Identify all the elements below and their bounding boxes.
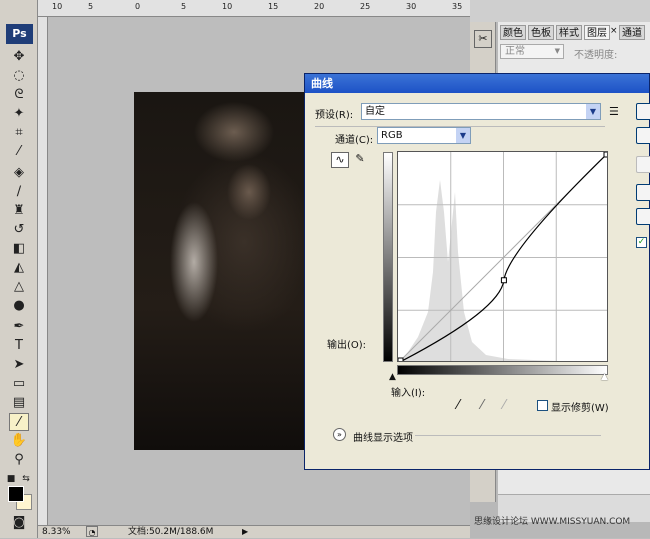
watermark: 思缘设计论坛 WWW.MISSYUAN.COM	[474, 517, 631, 527]
pencil-mode-icon[interactable]: ✎	[353, 152, 367, 168]
expand-options-icon[interactable]: »	[333, 428, 346, 441]
zoom-level[interactable]: 8.33%	[42, 526, 71, 538]
magic-wand-tool-icon[interactable]: ✦	[9, 105, 29, 123]
preset-value: 自定	[365, 106, 385, 117]
notes-tool-icon[interactable]: ▤	[9, 394, 29, 412]
lasso-tool-icon[interactable]: ᘓ	[9, 86, 29, 104]
foreground-color-swatch[interactable]	[8, 486, 24, 502]
tools-panel: Ps ✥ ◌ ᘓ ✦ ⌗ ⁄ ◈ ∕ ♜ ↺ ◧ ◭ △ ● ✒ T ➤ ▭ ▤…	[0, 0, 38, 538]
blur-tool-icon[interactable]: △	[9, 278, 29, 296]
curves-dialog: 曲线 预设(R): 自定 ▼ ☰ 通道(C): RGB ▼ ∿ ✎ ▲ ▲ 输出…	[304, 73, 650, 470]
ruler-tick: 5	[88, 2, 94, 11]
curves-graph-svg	[398, 152, 608, 362]
ok-button[interactable]	[636, 103, 650, 120]
white-eyedropper-icon[interactable]: ⁄	[503, 398, 505, 413]
curve-point[interactable]	[603, 152, 608, 158]
black-point-slider-icon[interactable]: ▲	[389, 372, 396, 382]
blend-mode-value: 正常	[505, 46, 525, 57]
tab-layers[interactable]: 图层	[584, 25, 610, 40]
curves-graph[interactable]	[397, 151, 608, 362]
paint-bucket-tool-icon[interactable]: ◭	[9, 259, 29, 277]
opacity-label: 不透明度:	[574, 50, 618, 61]
document-photo[interactable]	[134, 92, 306, 450]
close-tab-icon[interactable]: ×	[610, 26, 618, 36]
curve-point-mode-icon[interactable]: ∿	[331, 152, 349, 168]
options-button[interactable]	[636, 208, 650, 225]
preview-checkbox[interactable]: ✓	[636, 237, 647, 248]
chevron-down-icon: ▼	[554, 47, 560, 55]
output-gradient-bar	[383, 152, 393, 362]
vertical-ruler	[38, 17, 48, 525]
status-options-icon[interactable]: ◔	[86, 526, 98, 537]
white-point-slider-icon[interactable]: ▲	[601, 372, 608, 382]
ruler-tick: 15	[268, 2, 279, 11]
chevron-down-icon: ▼	[586, 104, 600, 119]
ruler-tick: 10	[52, 2, 63, 11]
marquee-tool-icon[interactable]: ◌	[9, 67, 29, 85]
eyedropper-tool-icon[interactable]: ⁄	[9, 143, 29, 161]
zoom-tool-icon[interactable]: ⚲	[9, 451, 29, 469]
move-tool-icon[interactable]: ✥	[9, 48, 29, 66]
tab-swatches[interactable]: 色板	[528, 25, 554, 40]
ruler-tick: 30	[406, 2, 417, 11]
gray-eyedropper-icon[interactable]: ⁄	[481, 398, 483, 413]
ruler-tick: 10	[222, 2, 233, 11]
tab-color[interactable]: 颜色	[500, 25, 526, 40]
type-tool-icon[interactable]: T	[9, 337, 29, 355]
ruler-tick: 35	[452, 2, 463, 11]
panel-dock-header	[470, 0, 650, 22]
ruler-tick: 0	[135, 2, 141, 11]
clone-stamp-tool-icon[interactable]: ♜	[9, 202, 29, 220]
healing-brush-tool-icon[interactable]: ◈	[9, 164, 29, 182]
channel-value: RGB	[381, 130, 403, 141]
ruler-tick: 20	[314, 2, 325, 11]
channel-select[interactable]: RGB ▼	[377, 127, 471, 144]
tab-styles[interactable]: 样式	[556, 25, 582, 40]
pen-tool-icon[interactable]: ✒	[9, 318, 29, 336]
history-brush-tool-icon[interactable]: ↺	[9, 221, 29, 239]
quick-mask-icon[interactable]: ◙	[9, 514, 29, 532]
ruler-tick: 5	[181, 2, 187, 11]
black-eyedropper-icon[interactable]: ⁄	[457, 398, 459, 413]
input-label: 输入(I):	[391, 388, 426, 399]
status-bar: 8.33% ◔ 文档:50.2M/188.6M ▶	[38, 525, 470, 538]
chevron-down-icon: ▼	[456, 128, 470, 143]
auto-button[interactable]	[636, 184, 650, 201]
preset-select[interactable]: 自定 ▼	[361, 103, 601, 120]
eraser-tool-icon[interactable]: ◧	[9, 240, 29, 258]
color-sampler-tool-icon[interactable]: ⁄	[9, 413, 29, 431]
dodge-tool-icon[interactable]: ●	[9, 297, 29, 315]
path-selection-tool-icon[interactable]: ➤	[9, 356, 29, 374]
crop-tool-icon[interactable]: ⌗	[9, 124, 29, 142]
show-clipping-label: 显示修剪(W)	[551, 403, 609, 414]
tab-channels[interactable]: 通道	[619, 25, 645, 40]
tool-presets-icon[interactable]: ✂	[474, 30, 492, 48]
horizontal-ruler: 10 5 0 5 10 15 20 25 30 35	[38, 0, 470, 17]
ruler-tick: 25	[360, 2, 371, 11]
hand-tool-icon[interactable]: ✋	[9, 432, 29, 450]
channel-label: 通道(C):	[335, 135, 374, 146]
cancel-button[interactable]	[636, 127, 650, 144]
input-gradient-bar	[397, 365, 608, 375]
preset-label: 预设(R):	[315, 110, 354, 121]
dialog-title: 曲线	[305, 74, 649, 93]
divider	[415, 435, 601, 436]
document-size-info: 文档:50.2M/188.6M	[128, 527, 214, 537]
brush-tool-icon[interactable]: ∕	[9, 183, 29, 201]
curve-display-options-label[interactable]: 曲线显示选项	[353, 429, 413, 444]
preset-options-icon[interactable]: ☰	[609, 105, 619, 118]
ps-logo: Ps	[6, 24, 33, 44]
status-menu-arrow-icon[interactable]: ▶	[242, 526, 248, 538]
curve-point[interactable]	[500, 277, 507, 284]
output-label: 输出(O):	[327, 340, 367, 351]
smooth-button[interactable]	[636, 156, 650, 173]
rectangle-tool-icon[interactable]: ▭	[9, 375, 29, 393]
show-clipping-checkbox[interactable]	[537, 400, 548, 411]
curve-point[interactable]	[398, 357, 404, 362]
blend-mode-select[interactable]: 正常 ▼	[500, 44, 564, 59]
